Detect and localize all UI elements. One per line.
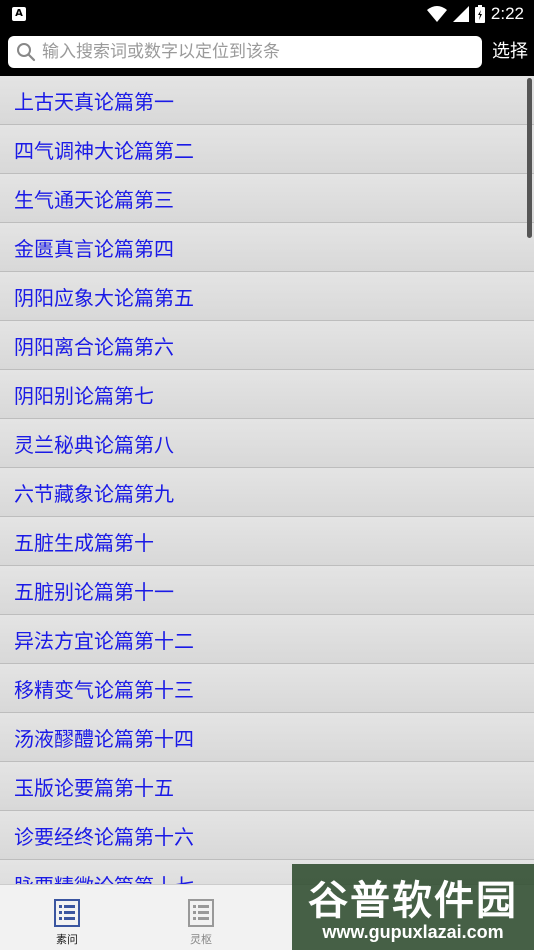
wifi-icon	[426, 6, 447, 22]
list-item[interactable]: 六节藏象论篇第九	[0, 468, 534, 517]
list-item[interactable]: 五脏生成篇第十	[0, 517, 534, 566]
list-item[interactable]: 玉版论要篇第十五	[0, 762, 534, 811]
chapter-title[interactable]: 玉版论要篇第十五	[14, 772, 174, 801]
tab-lingshu[interactable]: 灵枢	[134, 885, 268, 950]
status-indicators: 2:22	[426, 4, 524, 24]
chapter-title[interactable]: 移精变气论篇第十三	[14, 674, 194, 703]
list-item[interactable]: 生气通天论篇第三	[0, 174, 534, 223]
search-icon	[17, 43, 36, 62]
list-item[interactable]: 灵兰秘典论篇第八	[0, 419, 534, 468]
tab-label: 素问	[56, 933, 78, 946]
chapter-title[interactable]: 脉要精微论篇第十七	[14, 870, 194, 885]
chapter-title[interactable]: 阴阳应象大论篇第五	[14, 282, 194, 311]
app-notification-icon: A	[12, 7, 26, 21]
status-bar: A 2:22	[0, 0, 534, 28]
list-icon	[54, 899, 80, 927]
tab-suwen[interactable]: 素问	[0, 885, 134, 950]
list-item[interactable]: 四气调神大论篇第二	[0, 125, 534, 174]
scrollbar[interactable]	[527, 78, 532, 238]
list-item[interactable]: 诊要经终论篇第十六	[0, 811, 534, 860]
chapter-title[interactable]: 诊要经终论篇第十六	[14, 821, 194, 850]
list-item[interactable]: 上古天真论篇第一	[0, 76, 534, 125]
chapter-list[interactable]: 上古天真论篇第一 四气调神大论篇第二 生气通天论篇第三 金匮真言论篇第四 阴阳应…	[0, 76, 534, 884]
signal-icon	[452, 6, 469, 22]
battery-icon	[474, 5, 485, 23]
watermark-url: www.gupuxlazai.com	[322, 922, 504, 942]
list-item[interactable]: 移精变气论篇第十三	[0, 664, 534, 713]
list-item[interactable]: 五脏别论篇第十一	[0, 566, 534, 615]
list-icon	[188, 899, 214, 927]
watermark: 谷普软件园 www.gupuxlazai.com	[292, 864, 534, 950]
status-time: 2:22	[490, 4, 524, 23]
chapter-title[interactable]: 金匮真言论篇第四	[14, 233, 174, 262]
tab-label: 灵枢	[190, 933, 212, 946]
chapter-title[interactable]: 异法方宜论篇第十二	[14, 625, 194, 654]
chapter-title[interactable]: 汤液醪醴论篇第十四	[14, 723, 194, 752]
search-input[interactable]	[42, 40, 472, 64]
list-item[interactable]: 阴阳应象大论篇第五	[0, 272, 534, 321]
list-item[interactable]: 金匮真言论篇第四	[0, 223, 534, 272]
watermark-title: 谷普软件园	[308, 878, 518, 924]
chapter-title[interactable]: 阴阳别论篇第七	[14, 380, 154, 409]
search-toolbar: 选择	[0, 28, 534, 76]
chapter-title[interactable]: 五脏别论篇第十一	[14, 576, 174, 605]
chapter-title[interactable]: 上古天真论篇第一	[14, 86, 174, 115]
list-item[interactable]: 阴阳别论篇第七	[0, 370, 534, 419]
select-button[interactable]: 选择	[488, 38, 532, 66]
chapter-title[interactable]: 阴阳离合论篇第六	[14, 331, 174, 360]
search-box[interactable]	[8, 36, 482, 68]
chapter-title[interactable]: 生气通天论篇第三	[14, 184, 174, 213]
chapter-title[interactable]: 六节藏象论篇第九	[14, 478, 174, 507]
chapter-title[interactable]: 四气调神大论篇第二	[14, 135, 194, 164]
list-item[interactable]: 异法方宜论篇第十二	[0, 615, 534, 664]
chapter-title[interactable]: 五脏生成篇第十	[14, 527, 154, 556]
chapter-title[interactable]: 灵兰秘典论篇第八	[14, 429, 174, 458]
list-item[interactable]: 汤液醪醴论篇第十四	[0, 713, 534, 762]
list-item[interactable]: 阴阳离合论篇第六	[0, 321, 534, 370]
